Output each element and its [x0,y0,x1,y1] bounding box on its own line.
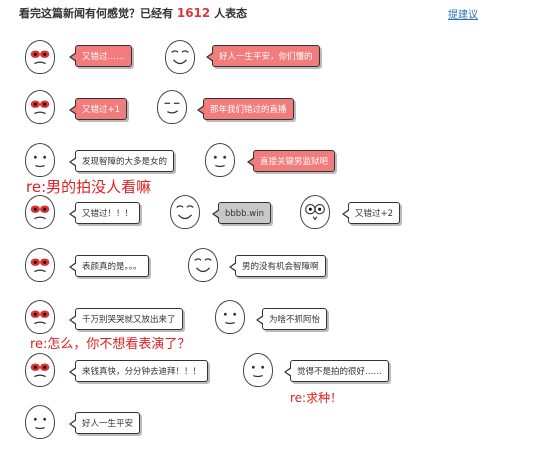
reaction-bubble[interactable]: 又错过+1 [68,98,128,120]
meme-face-icon [205,143,235,177]
meme-face-icon [188,248,218,282]
meme-face-icon [25,40,55,74]
reaction-bubble[interactable]: 那年我们错过的直播 [197,98,294,120]
meme-face-icon [165,40,195,74]
reaction-title: 看完这篇新闻有何感觉？已经有 1612 人表态 [19,5,247,21]
reaction-bubble[interactable]: 来钱真快，分分钟去迪拜！！！ [68,360,209,382]
meme-face-icon [243,353,273,387]
meme-face-icon [25,353,55,387]
handwritten-note-1: re:男的拍没人看嘛 [26,178,152,196]
reaction-bubble[interactable]: 又错过+2 [341,202,401,224]
reaction-bubble[interactable]: 又错过…… [69,45,132,67]
reaction-bubble[interactable]: 表颜真的是。。。 [69,255,149,277]
meme-face-icon [25,248,55,282]
meme-face-icon [157,90,187,124]
reaction-bubble[interactable]: 好人一生平安 [68,412,141,434]
title-suffix: 人表态 [214,7,248,20]
reaction-count: 1612 [176,6,211,20]
meme-face-icon [300,195,330,229]
meme-face-icon [170,195,200,229]
meme-face-icon [215,300,245,334]
meme-face-icon [25,405,55,439]
reaction-bubble[interactable]: 千万别哭哭就又放出来了 [69,308,183,330]
reaction-bubble[interactable]: 发现智障的大多是女的 [68,150,175,172]
reaction-header: 看完这篇新闻有何感觉？已经有 1612 人表态 提建议 [0,0,550,26]
handwritten-note-3: re:求种！ [290,391,343,405]
meme-face-icon [25,195,55,229]
reaction-bubble[interactable]: 觉得不是拍的很好…… [283,360,390,382]
reaction-bubble[interactable]: 为啥不抓阿怡 [255,308,328,330]
meme-face-icon [25,300,55,334]
reaction-bubble[interactable]: 好人一生平安，你们懂的 [206,45,320,67]
meme-face-icon [25,90,55,124]
reaction-bubble[interactable]: 直接关键男监狱吧 [246,150,336,172]
handwritten-note-2: re:怎么，你不想看表演了？ [30,337,191,352]
reaction-bubble[interactable]: 男的没有机会智障啊 [229,255,326,277]
title-prefix: 看完这篇新闻有何感觉？已经有 [19,7,173,20]
reaction-bubble[interactable]: bbbb.win [212,202,271,224]
meme-face-icon [25,143,55,177]
reaction-bubble[interactable]: 又错过！！！ [68,202,141,224]
suggest-link[interactable]: 提建议 [448,6,478,21]
